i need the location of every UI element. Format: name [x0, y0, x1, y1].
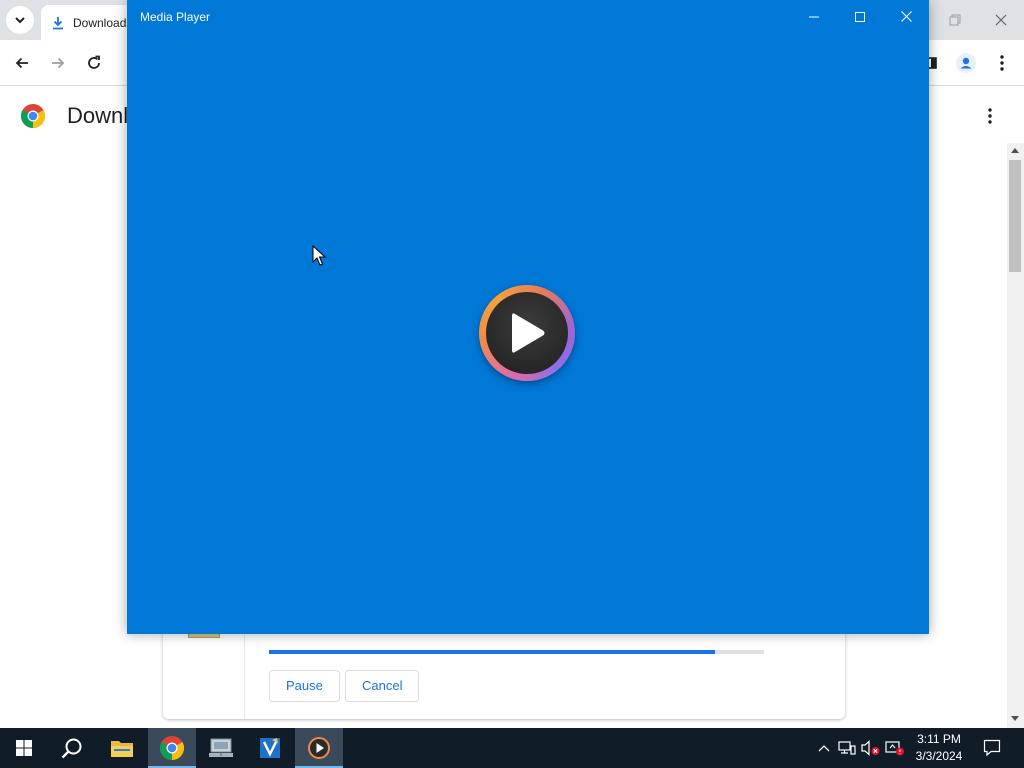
reload-icon: [88, 55, 100, 69]
downloads-menu-button[interactable]: [978, 104, 1002, 128]
taskbar-search-button[interactable]: [48, 728, 96, 768]
taskbar-text-editor[interactable]: [246, 728, 294, 768]
system-clock[interactable]: 3:11 PM 3/3/2024: [908, 731, 970, 765]
browser-close-button[interactable]: [978, 0, 1024, 40]
network-drive-icon: [209, 738, 233, 757]
kebab-menu-icon: [1000, 55, 1004, 71]
pause-button[interactable]: Pause: [269, 670, 340, 702]
browser-restore-button[interactable]: [932, 0, 978, 40]
chevron-up-icon: [818, 745, 830, 752]
close-button[interactable]: [883, 0, 929, 33]
volume-muted-icon: [861, 740, 880, 756]
profile-button[interactable]: [952, 49, 980, 77]
notifications-button[interactable]: [982, 738, 1002, 758]
show-hidden-icons-button[interactable]: [814, 738, 834, 758]
maximize-button[interactable]: [837, 0, 883, 33]
close-icon: [900, 11, 912, 22]
windows-taskbar: 3:11 PM 3/3/2024: [0, 728, 1024, 768]
scroll-down-icon[interactable]: [1011, 716, 1019, 721]
forward-button[interactable]: [44, 49, 72, 77]
download-icon: [53, 16, 63, 29]
chevron-down-icon: [15, 17, 25, 24]
profile-avatar-icon: [956, 53, 976, 73]
start-button[interactable]: [0, 728, 48, 768]
reload-button[interactable]: [80, 49, 108, 77]
chrome-logo-icon: [21, 104, 45, 128]
taskbar-network-drive[interactable]: [197, 728, 245, 768]
cancel-button[interactable]: Cancel: [345, 670, 420, 702]
clock-date: 3/3/2024: [915, 749, 963, 763]
mouse-cursor-icon: [312, 245, 326, 266]
volume-tray-button[interactable]: [861, 738, 881, 758]
clock-time: 3:11 PM: [917, 732, 961, 746]
scroll-thumb[interactable]: [1009, 160, 1021, 272]
windows-start-icon: [16, 740, 32, 756]
chrome-icon: [160, 736, 184, 760]
minimize-icon: [809, 16, 819, 17]
maximize-icon: [855, 11, 865, 22]
minimize-button[interactable]: [791, 0, 837, 33]
media-player-window[interactable]: Media Player: [127, 0, 929, 634]
notification-icon: [983, 739, 1001, 757]
download-progress-bar: [269, 650, 764, 654]
kebab-menu-icon: [988, 108, 992, 124]
download-progress-fill: [269, 650, 715, 654]
taskbar-media-player[interactable]: [295, 728, 343, 768]
close-icon: [995, 14, 1007, 26]
text-editor-icon: [260, 738, 280, 758]
network-icon: [838, 741, 856, 755]
media-player-icon: [308, 737, 330, 759]
tab-search-button[interactable]: [6, 6, 34, 34]
action-center-tray-button[interactable]: [885, 738, 905, 758]
screen-warning-icon: [885, 741, 904, 756]
back-button[interactable]: [8, 49, 36, 77]
network-tray-button[interactable]: [837, 738, 857, 758]
arrow-left-icon: [15, 57, 28, 69]
file-explorer-icon: [111, 741, 133, 757]
chrome-menu-button[interactable]: [988, 49, 1016, 77]
scroll-up-icon[interactable]: [1011, 148, 1019, 153]
play-button-face: [486, 292, 568, 374]
restore-icon: [949, 14, 961, 26]
play-icon: [512, 313, 545, 353]
play-button[interactable]: [479, 285, 575, 381]
tab-title: Downloads: [73, 15, 133, 30]
taskbar-file-explorer[interactable]: [98, 728, 146, 768]
page-scrollbar[interactable]: [1007, 143, 1024, 728]
taskbar-chrome[interactable]: [148, 728, 196, 768]
window-title: Media Player: [140, 10, 211, 24]
arrow-right-icon: [52, 57, 65, 69]
search-icon: [61, 738, 82, 759]
